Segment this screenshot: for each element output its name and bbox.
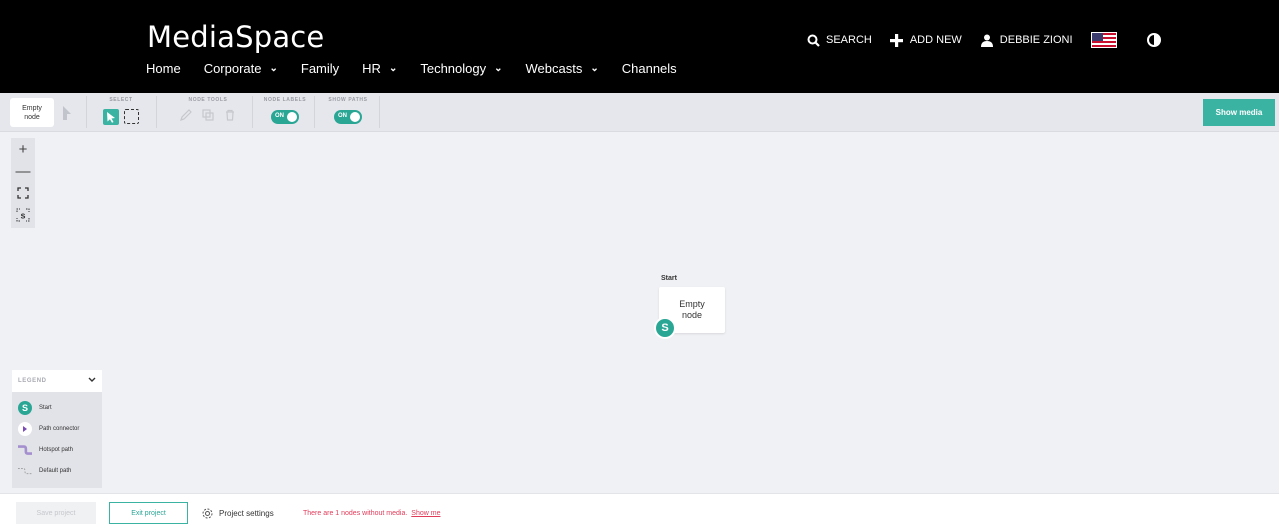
legend-header[interactable]: LEGEND [12,370,102,392]
nav-label: Home [146,61,181,76]
default-path-icon [18,464,32,478]
nav-label: HR [362,61,381,76]
add-new-label: ADD NEW [909,34,962,46]
show-paths-toggle[interactable]: ON [334,109,362,124]
legend-item-hotspot-path: Hotspot path [12,439,102,460]
svg-text:s: s [20,211,25,221]
focus-start-icon[interactable]: s [11,204,35,226]
node-title-line1: Empty [679,299,705,309]
brand-logo[interactable]: MediaSpace [147,20,324,54]
user-icon [980,33,994,47]
chevron-down-icon [88,377,96,385]
media-warning: There are 1 nodes without media. Show me [303,510,440,517]
main-nav: Home Corporate ⌄ Family HR ⌄ Technology ⌄ W… [146,61,700,76]
save-project-button[interactable]: Save project [16,502,96,524]
node-chip-line2: node [24,113,40,121]
nav-item-corporate[interactable]: Corporate ⌄ [204,61,278,76]
hotspot-path-icon [18,443,32,457]
footer-bar: Save project Exit project Project settin… [0,493,1279,530]
node-labels-label: NODE LABELS [263,97,307,103]
exit-project-button[interactable]: Exit project [109,502,188,524]
nav-label: Family [300,61,340,76]
add-new-button[interactable]: ADD NEW [890,33,962,47]
search-label: SEARCH [826,34,872,46]
nav-item-hr[interactable]: HR ⌄ [362,61,397,76]
gear-icon [201,507,214,520]
nav-label: Technology [420,61,487,76]
pencil-icon[interactable] [180,109,192,121]
start-node-label: Start [661,275,677,282]
search-button[interactable]: SEARCH [806,33,872,47]
legend-label: Hotspot path [39,446,74,453]
chevron-down-icon: ⌄ [590,63,599,74]
toggle-on-text: ON [275,112,284,119]
nav-item-channels[interactable]: Channels [622,61,677,76]
node-labels-group: NODE LABELS ON [263,97,307,126]
legend-item-path-connector: Path connector [12,418,102,439]
empty-node-tool[interactable]: Empty node [10,98,54,127]
node-chip-line1: Empty [22,104,42,112]
select-group: SELECT [100,97,142,126]
chevron-down-icon: ⌄ [494,63,503,74]
marquee-select-icon[interactable] [124,109,139,125]
nav-item-home[interactable]: Home [146,61,181,76]
us-flag-icon[interactable] [1090,32,1117,48]
start-icon: S [18,400,32,415]
nav-item-webcasts[interactable]: Webcasts ⌄ [526,61,599,76]
legend-label: Path connector [39,425,80,432]
project-settings-button[interactable]: Project settings [201,507,274,520]
show-paths-label: SHOW PATHS [328,97,368,103]
legend-label: Default path [39,467,72,474]
zoom-out-button[interactable]: — [11,160,35,182]
chevron-down-icon: ⌄ [388,63,398,74]
duplicate-icon[interactable] [202,109,214,121]
show-paths-group: SHOW PATHS ON [326,97,370,126]
drag-arrow-icon [61,106,73,120]
fit-screen-icon[interactable] [11,182,35,204]
plus-icon [890,33,904,47]
toggle-knob [287,111,297,122]
zoom-controls: + — s [11,138,35,228]
toggle-knob [350,111,360,122]
show-media-button[interactable]: Show media [1203,99,1275,126]
node-tools-label: NODE TOOLS [188,97,228,103]
nav-item-family[interactable]: Family [301,61,339,76]
header-actions: SEARCH ADD NEW DEBBIE ZIONI [806,32,1161,48]
divider [86,96,87,128]
nav-label: Channels [621,61,677,76]
search-icon [806,33,820,47]
divider [252,96,253,128]
legend-item-default-path: Default path [12,460,102,481]
node-tools-group: NODE TOOLS [168,97,248,126]
chevron-down-icon: ⌄ [269,63,278,74]
nav-label: Corporate [203,61,262,76]
legend-panel: LEGEND S Start Path connector Hotspot pa… [12,370,102,488]
trash-icon[interactable] [224,109,236,121]
editor-toolbar: Empty node SELECT NODE TOOLS NODE LABELS… [0,93,1279,132]
node-labels-toggle[interactable]: ON [271,109,299,124]
settings-label: Project settings [219,509,274,518]
toggle-on-text: ON [338,112,347,119]
start-badge-icon: S [654,317,676,339]
divider [314,96,315,128]
divider [379,96,380,128]
user-menu[interactable]: DEBBIE ZIONI [980,33,1073,47]
path-connector-icon [18,421,32,436]
start-icon-letter: S [18,400,32,415]
divider [156,96,157,128]
legend-item-start: S Start [12,397,102,418]
nav-item-technology[interactable]: Technology ⌄ [420,61,502,76]
contrast-icon[interactable] [1146,33,1161,47]
zoom-in-button[interactable]: + [11,138,35,160]
show-me-link[interactable]: Show me [411,510,440,517]
legend-title: LEGEND [18,378,47,384]
select-label: SELECT [109,97,133,103]
pointer-select-icon[interactable] [103,108,119,125]
top-header: MediaSpace Home Corporate ⌄ Family HR ⌄ Te… [0,0,1279,93]
nav-label: Webcasts [525,61,583,76]
warning-text: There are 1 nodes without media. [303,510,408,517]
legend-label: Start [39,404,52,411]
user-name: DEBBIE ZIONI [999,34,1073,46]
